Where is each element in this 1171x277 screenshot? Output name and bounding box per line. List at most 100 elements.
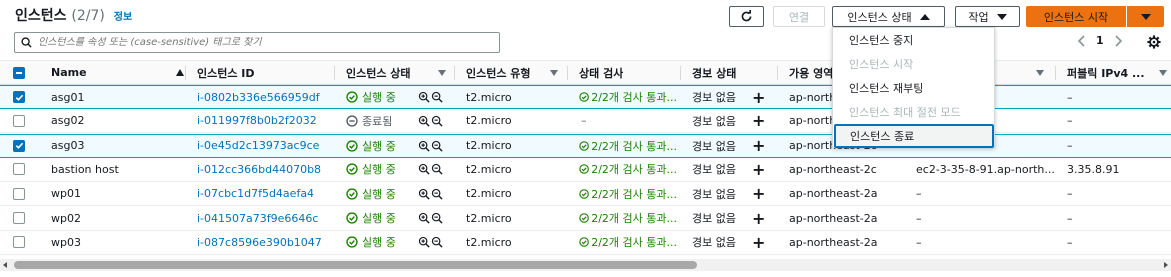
row-checkbox[interactable]	[13, 158, 25, 181]
check-circle-icon	[346, 163, 358, 176]
row-checkbox[interactable]	[13, 109, 25, 132]
cell-instance-id[interactable]: i-07cbc1d7f5d4aefa4	[197, 182, 329, 205]
cell-instance-id[interactable]: i-041507a73f9e6646c	[197, 207, 329, 230]
zoom-in-icon[interactable]	[418, 140, 430, 152]
zoom-in-icon[interactable]	[418, 163, 430, 176]
cell-instance-id[interactable]: i-0802b336e566959df	[197, 86, 329, 108]
gear-icon[interactable]	[1147, 35, 1161, 49]
cell-type: t2.micro	[466, 162, 512, 176]
check-circle-icon	[579, 140, 589, 151]
sort-icon	[550, 69, 558, 76]
check-circle-icon	[346, 188, 358, 200]
chevron-left-icon[interactable]	[1077, 34, 1087, 47]
page-number[interactable]: 1	[1096, 34, 1104, 47]
table-row[interactable]: wp03 i-087c8596e390b1047 실행 중 t2.micro 2/2개 …	[0, 231, 1171, 255]
check-circle-icon	[579, 188, 589, 199]
menu-item[interactable]: 인스턴스 중지	[833, 28, 996, 52]
column-state[interactable]: 인스턴스 상태	[346, 61, 446, 84]
cell-dns: –	[916, 187, 922, 201]
refresh-button[interactable]	[729, 6, 764, 27]
row-checkbox[interactable]	[13, 207, 25, 230]
cell-instance-id[interactable]: i-012cc366bd44070b8	[197, 158, 329, 181]
instance-state-button[interactable]: 인스턴스 상태	[832, 6, 945, 27]
menu-item[interactable]: 인스턴스 재부팅	[833, 76, 996, 100]
plus-icon[interactable]: +	[752, 207, 765, 230]
row-checkbox[interactable]	[13, 135, 25, 157]
table-row[interactable]: wp02 i-041507a73f9e6646c 실행 중 t2.micro 2/2개 …	[0, 207, 1171, 231]
plus-icon[interactable]: +	[752, 158, 765, 181]
column-status-check[interactable]: 상태 검사	[579, 61, 623, 84]
plus-icon[interactable]: +	[752, 135, 765, 157]
column-name[interactable]: Name	[51, 61, 186, 84]
zoom-out-icon[interactable]	[431, 163, 443, 176]
zoom-out-icon[interactable]	[431, 91, 443, 103]
zoom-in-icon[interactable]	[418, 212, 430, 224]
row-checkbox[interactable]	[13, 182, 25, 205]
cell-instance-id[interactable]: i-087c8596e390b1047	[197, 231, 329, 254]
plus-icon[interactable]: +	[752, 86, 765, 108]
cell-status-check: 2/2개 검사 통과...	[579, 182, 677, 205]
state-label: 종료됨	[362, 114, 393, 128]
zoom-out-icon[interactable]	[431, 140, 443, 152]
select-all-checkbox[interactable]	[13, 61, 25, 84]
sort-icon	[1159, 69, 1167, 76]
zoom-out-icon[interactable]	[431, 115, 443, 127]
zoom-in-icon[interactable]	[418, 91, 430, 103]
connect-button[interactable]: 연결	[773, 6, 825, 27]
plus-icon[interactable]: +	[752, 231, 765, 254]
cell-public-ip: –	[1067, 139, 1073, 153]
scrollbar-thumb[interactable]	[14, 261, 697, 269]
cell-alarm: 경보 없음	[692, 91, 736, 104]
column-type[interactable]: 인스턴스 유형	[466, 61, 558, 84]
zoom-out-icon[interactable]	[431, 212, 443, 224]
search-input[interactable]	[38, 37, 478, 48]
cell-state: 실행 중	[346, 231, 452, 254]
horizontal-scrollbar[interactable]	[0, 259, 1171, 271]
cell-alarm: 경보 없음	[692, 114, 736, 128]
cell-dns: –	[916, 211, 922, 225]
zoom-in-icon[interactable]	[418, 115, 430, 127]
actions-button[interactable]: 작업	[955, 6, 1020, 27]
table-row[interactable]: bastion host i-012cc366bd44070b8 실행 중 t2.mi…	[0, 158, 1171, 182]
search-box[interactable]	[14, 32, 500, 53]
caret-down-icon	[996, 13, 1007, 20]
zoom-in-icon[interactable]	[418, 188, 430, 200]
column-alarm[interactable]: 경보 상태	[692, 61, 736, 84]
cell-name: wp02	[51, 211, 81, 225]
scroll-left-icon[interactable]	[3, 262, 7, 268]
cell-public-ip: –	[1067, 114, 1073, 128]
info-link[interactable]: 정보	[114, 12, 132, 23]
row-checkbox[interactable]	[13, 86, 25, 108]
cell-type: t2.micro	[466, 235, 512, 249]
chevron-right-icon[interactable]	[1113, 34, 1123, 47]
launch-instance-button[interactable]: 인스턴스 시작	[1026, 6, 1126, 27]
cell-type: t2.micro	[466, 114, 512, 128]
menu-item[interactable]: 인스턴스 종료	[834, 124, 994, 148]
plus-icon[interactable]: +	[752, 182, 765, 205]
cell-public-ip: 3.35.8.91	[1067, 162, 1120, 176]
cell-instance-id[interactable]: i-0e45d2c13973ac9ce	[197, 135, 329, 157]
column-public-ip[interactable]: 퍼블릭 IPv4 ...	[1067, 61, 1167, 84]
table-row[interactable]: wp01 i-07cbc1d7f5d4aefa4 실행 중 t2.micro 2/2개 …	[0, 182, 1171, 207]
checkmark-icon	[15, 94, 23, 101]
status-check-label: 2/2개 검사 통과...	[591, 236, 677, 250]
launch-instance-dropdown[interactable]	[1127, 6, 1164, 27]
check-circle-icon	[346, 212, 358, 224]
cell-state: 실행 중	[346, 182, 452, 205]
scroll-right-icon[interactable]	[1164, 262, 1168, 268]
zoom-out-icon[interactable]	[431, 188, 443, 200]
cell-instance-id[interactable]: i-011997f8b0b2f2032	[197, 109, 329, 132]
zoom-in-icon[interactable]	[418, 236, 430, 248]
cell-dns: –	[916, 235, 922, 249]
cell-state: 종료됨	[346, 109, 452, 132]
cell-alarm: 경보 없음	[692, 187, 736, 201]
cell-state: 실행 중	[346, 158, 452, 181]
column-az[interactable]: 가용 영역	[789, 61, 833, 84]
plus-icon[interactable]: +	[752, 109, 765, 132]
table-row[interactable]: asg03 i-0e45d2c13973ac9ce 실행 중 t2.micro 2/2개…	[0, 133, 1171, 158]
cell-public-ip: –	[1067, 211, 1073, 225]
check-circle-icon	[579, 213, 589, 223]
zoom-out-icon[interactable]	[431, 236, 443, 248]
column-instance-id[interactable]: 인스턴스 ID	[197, 61, 255, 84]
row-checkbox[interactable]	[13, 231, 25, 254]
